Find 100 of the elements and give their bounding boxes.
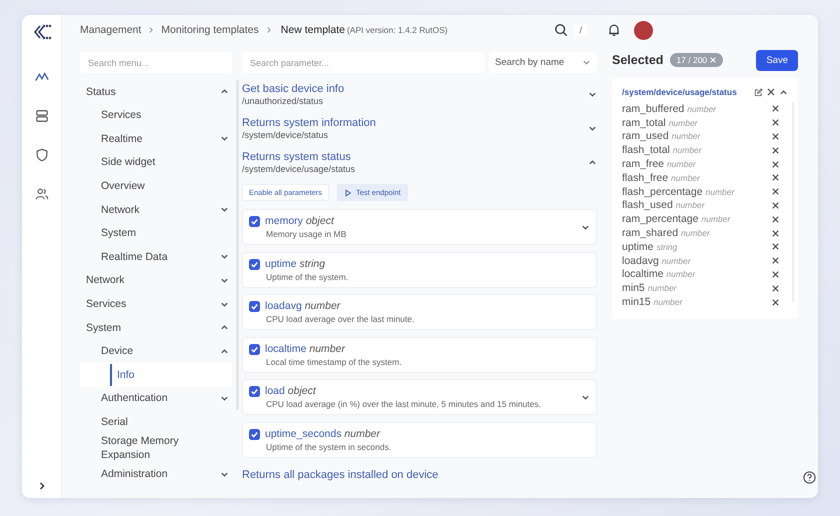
remove-icon[interactable] xyxy=(771,298,780,307)
selected-parameter: min15 number xyxy=(622,296,682,308)
remove-icon[interactable] xyxy=(771,256,780,266)
user-avatar[interactable] xyxy=(634,20,653,40)
chevron-up-icon[interactable] xyxy=(220,323,229,332)
checkbox[interactable] xyxy=(249,258,260,270)
checkbox[interactable] xyxy=(249,216,260,227)
remove-icon[interactable] xyxy=(771,118,780,128)
menu-item[interactable]: Administration xyxy=(80,462,232,486)
remove-icon[interactable] xyxy=(771,242,780,252)
endpoint-title[interactable]: Get basic device info xyxy=(242,83,344,95)
play-icon xyxy=(344,188,352,196)
menu-item[interactable]: Network xyxy=(80,268,232,292)
remove-icon[interactable] xyxy=(771,270,780,279)
menu-item[interactable]: Side widget xyxy=(80,150,232,174)
checkbox[interactable] xyxy=(249,301,260,312)
edit-icon[interactable] xyxy=(754,88,763,96)
save-button[interactable]: Save xyxy=(756,50,798,70)
menu-item[interactable]: Services xyxy=(80,104,232,128)
parameter-description: Memory usage in MB xyxy=(266,229,348,239)
remove-icon[interactable] xyxy=(771,173,780,182)
endpoint-title[interactable]: Returns system status xyxy=(242,151,356,163)
chevron-down-icon[interactable] xyxy=(220,470,229,479)
menu-item[interactable]: Device xyxy=(80,340,232,364)
chevron-down-icon[interactable] xyxy=(220,300,229,309)
menu-item[interactable]: Storage Memory Expansion xyxy=(80,434,232,462)
menu-item[interactable]: Authentication xyxy=(80,386,232,410)
breadcrumb-link[interactable]: Monitoring templates xyxy=(161,24,259,36)
remove-icon[interactable] xyxy=(771,160,780,169)
endpoint-path: /system/device/usage/status xyxy=(622,87,738,97)
checkbox[interactable] xyxy=(249,344,260,354)
endpoint-title[interactable]: Returns system information xyxy=(242,117,376,129)
chevron-up-icon[interactable] xyxy=(220,87,229,96)
endpoint-title[interactable]: Returns all packages installed on device xyxy=(242,468,438,480)
search-icon[interactable] xyxy=(554,23,568,37)
users-icon[interactable] xyxy=(34,187,48,201)
chevron-down-icon[interactable] xyxy=(582,58,591,67)
chevron-down-icon[interactable] xyxy=(220,276,229,286)
parameter-name: load object xyxy=(265,385,318,397)
selected-title: Selected xyxy=(612,53,664,67)
chevron-down-icon[interactable] xyxy=(220,205,229,214)
selected-parameter: ram_total number xyxy=(622,116,698,129)
menu-item[interactable]: Services xyxy=(80,292,232,316)
close-icon[interactable] xyxy=(766,87,776,97)
chevron-down-icon[interactable] xyxy=(220,134,229,144)
remove-icon[interactable] xyxy=(771,187,780,196)
parameter-name: loadavg number xyxy=(265,300,342,312)
menu-item[interactable]: Realtime xyxy=(80,127,232,151)
selected-parameter: ram_used number xyxy=(622,130,700,142)
breadcrumb-link[interactable]: Management xyxy=(80,24,142,36)
menu-item[interactable]: Status xyxy=(80,80,232,104)
menu-item[interactable]: Info xyxy=(80,363,232,387)
chevron-up-icon[interactable] xyxy=(779,88,788,96)
remove-icon[interactable] xyxy=(771,146,780,155)
checkbox[interactable] xyxy=(249,386,260,397)
chevron-down-icon[interactable] xyxy=(581,222,590,232)
parameter-description: Uptime of the system in seconds. xyxy=(266,442,392,452)
remove-icon[interactable] xyxy=(771,284,780,293)
menu-search-field[interactable]: Search menu... xyxy=(80,52,232,73)
chevron-up-icon[interactable] xyxy=(220,346,229,356)
search-mode-dropdown[interactable]: Search by name xyxy=(489,52,597,73)
chevron-up-icon[interactable] xyxy=(588,158,597,167)
remove-icon[interactable] xyxy=(771,132,780,141)
parameter-search-field[interactable]: Search parameter... xyxy=(242,52,485,73)
menu-item[interactable]: System xyxy=(80,222,232,246)
selected-parameter: min5 number xyxy=(622,282,677,294)
remove-icon[interactable] xyxy=(771,228,780,238)
parameter-description: Local time timestamp of the system. xyxy=(266,356,403,366)
menu-item[interactable]: Overview xyxy=(80,174,232,198)
remove-icon[interactable] xyxy=(771,200,780,210)
parameter-name: uptime_seconds number xyxy=(265,428,382,440)
checkbox[interactable] xyxy=(249,428,260,440)
menu-item[interactable]: Network xyxy=(80,198,232,222)
endpoint-path: /system/device/usage/status xyxy=(242,164,356,174)
menu-item[interactable]: Serial xyxy=(80,410,232,434)
selected-parameter: flash_total number xyxy=(622,144,702,156)
remove-icon[interactable] xyxy=(771,214,780,224)
parameter-description: CPU load average (in %) over the last minute, 5 minutes and 15 minutes. xyxy=(266,399,542,409)
chevron-down-icon[interactable] xyxy=(588,90,597,99)
chevron-down-icon[interactable] xyxy=(588,124,597,133)
menu-item[interactable]: Realtime Data xyxy=(80,245,232,269)
api-version-text: (API version: 1.4.2 RutOS) xyxy=(346,25,448,35)
chevron-down-icon[interactable] xyxy=(220,394,229,404)
bell-icon[interactable] xyxy=(607,23,621,37)
selected-parameter: flash_free number xyxy=(622,172,700,184)
selected-parameter: ram_shared number xyxy=(622,227,710,240)
parameter-description: CPU load average over the last minute. xyxy=(266,314,416,324)
parameter-description: Uptime of the system. xyxy=(266,272,350,282)
page-title: New template xyxy=(280,24,345,36)
menu-item[interactable]: System xyxy=(80,316,232,340)
shield-icon[interactable] xyxy=(34,148,48,162)
server-icon[interactable] xyxy=(34,109,48,123)
chevron-down-icon[interactable] xyxy=(220,252,229,262)
remove-icon[interactable] xyxy=(771,104,780,114)
parameter-name: memory object xyxy=(265,215,336,227)
logo-icon[interactable] xyxy=(32,24,52,40)
help-icon[interactable] xyxy=(803,471,816,484)
selected-parameter: flash_percentage number xyxy=(622,186,734,198)
chevron-down-icon[interactable] xyxy=(581,392,590,402)
parameter-name: localtime number xyxy=(265,342,346,354)
